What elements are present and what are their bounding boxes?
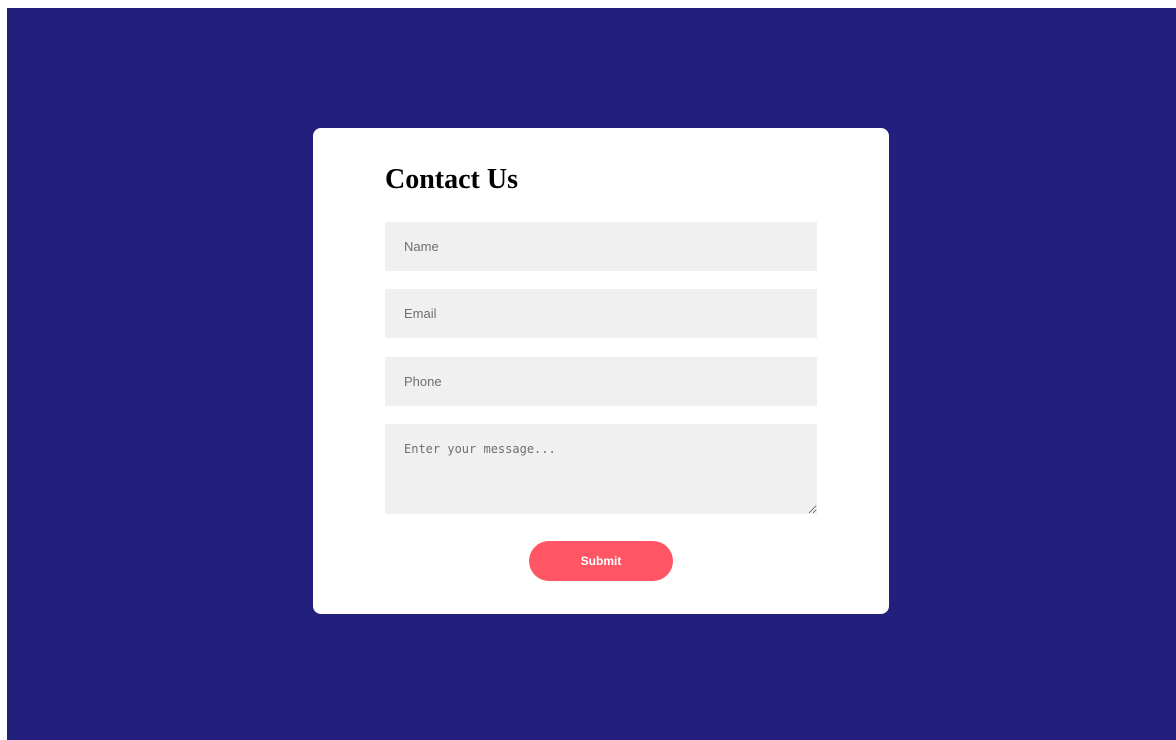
- name-input[interactable]: [385, 222, 817, 271]
- page-background: Contact Us Submit: [7, 8, 1176, 740]
- phone-input[interactable]: [385, 357, 817, 406]
- submit-button[interactable]: Submit: [529, 541, 673, 581]
- form-title: Contact Us: [385, 164, 518, 195]
- email-input[interactable]: [385, 289, 817, 338]
- message-textarea[interactable]: [385, 424, 817, 514]
- contact-form-card: Contact Us Submit: [313, 128, 889, 614]
